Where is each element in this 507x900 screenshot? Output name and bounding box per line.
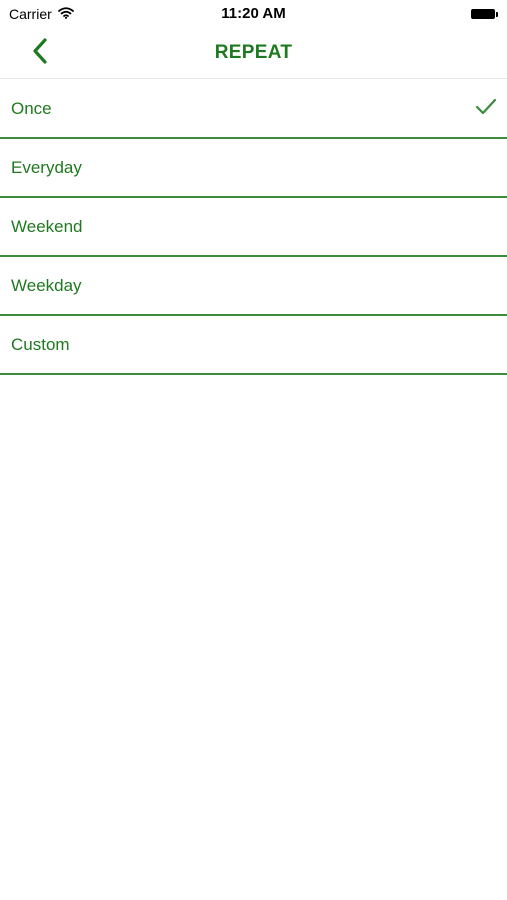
option-label: Everyday <box>11 157 82 177</box>
navigation-bar: REPEAT <box>0 28 507 79</box>
option-weekend[interactable]: Weekend <box>0 198 507 257</box>
battery-icon <box>471 9 498 19</box>
checkmark-icon <box>475 98 497 121</box>
option-once[interactable]: Once <box>0 80 507 139</box>
option-label: Weekend <box>11 216 83 236</box>
repeat-options-list: Once Everyday Weekend Weekday Custom <box>0 80 507 375</box>
option-label: Once <box>11 98 52 118</box>
status-time: 11:20 AM <box>221 5 286 22</box>
status-bar: Carrier 11:20 AM <box>0 0 507 28</box>
option-weekday[interactable]: Weekday <box>0 257 507 316</box>
option-everyday[interactable]: Everyday <box>0 139 507 198</box>
option-label: Custom <box>11 334 70 354</box>
option-custom[interactable]: Custom <box>0 316 507 375</box>
page-title: REPEAT <box>214 42 293 63</box>
option-label: Weekday <box>11 275 82 295</box>
